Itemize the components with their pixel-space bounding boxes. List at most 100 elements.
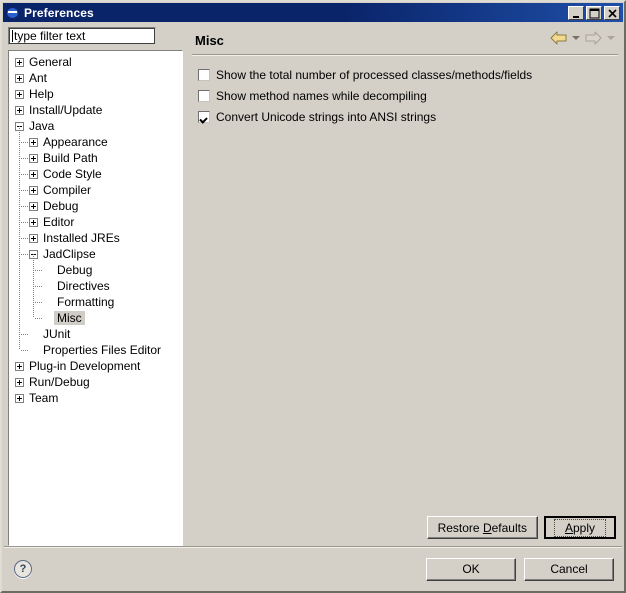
tree-item-jadclipse[interactable]: JadClipse — [9, 246, 182, 262]
tree-item-java[interactable]: Java — [9, 118, 182, 134]
tree-item-label: Team — [29, 391, 59, 405]
expand-icon[interactable] — [15, 73, 24, 83]
close-icon[interactable] — [604, 5, 620, 20]
tree-item-installed-jres[interactable]: Installed JREs — [9, 230, 182, 246]
tree-item-misc[interactable]: Misc — [9, 310, 182, 326]
dialog-footer: ? OK Cancel — [2, 547, 624, 591]
expand-icon[interactable] — [15, 57, 24, 67]
tree-item-label: Java — [29, 119, 55, 133]
tree-item-label: General — [29, 55, 72, 69]
tree-item-label: Ant — [29, 71, 48, 85]
ok-button[interactable]: OK — [426, 557, 516, 581]
checkbox-icon[interactable] — [198, 110, 210, 123]
tree-connector — [21, 206, 28, 207]
expand-icon[interactable] — [29, 233, 38, 243]
page-header: Misc — [192, 27, 618, 53]
tree-item-label: Appearance — [43, 135, 108, 149]
tree-item-formatting[interactable]: Formatting — [9, 294, 182, 310]
expand-icon[interactable] — [15, 89, 24, 99]
tree-item-team[interactable]: Team — [9, 390, 182, 406]
tree-item-build-path[interactable]: Build Path — [9, 150, 182, 166]
expand-icon[interactable] — [15, 377, 24, 387]
minimize-icon[interactable] — [568, 5, 584, 20]
back-dropdown-icon[interactable] — [570, 29, 581, 47]
tree-connector — [35, 302, 42, 303]
option-label: Show the total number of processed class… — [216, 67, 533, 82]
ok-label: OK — [462, 562, 480, 576]
search-input[interactable]: type filter text — [8, 27, 156, 45]
forward-dropdown-icon — [605, 29, 616, 47]
option-label: Show method names while decompiling — [216, 88, 427, 103]
tree-item-appearance[interactable]: Appearance — [9, 134, 182, 150]
page-filler — [192, 127, 618, 516]
tree-item-plug-in-development[interactable]: Plug-in Development — [9, 358, 182, 374]
maximize-icon[interactable] — [586, 5, 602, 20]
tree-item-label: Misc — [54, 311, 85, 325]
tree-item-run-debug[interactable]: Run/Debug — [9, 374, 182, 390]
tree-item-code-style[interactable]: Code Style — [9, 166, 182, 182]
tree-item-install-update[interactable]: Install/Update — [9, 102, 182, 118]
tree-item-help[interactable]: Help — [9, 86, 182, 102]
tree-connector — [21, 174, 28, 175]
tree-leaf-marker — [43, 314, 52, 323]
option-row[interactable]: Show method names while decompiling — [192, 85, 618, 106]
tree-item-label: Run/Debug — [29, 375, 90, 389]
expand-icon[interactable] — [29, 153, 38, 163]
tree-connector — [21, 238, 28, 239]
tree-connector — [21, 254, 28, 255]
help-icon[interactable]: ? — [14, 560, 32, 578]
tree-item-general[interactable]: General — [9, 54, 182, 70]
text-caret — [12, 30, 13, 42]
expand-icon[interactable] — [15, 393, 24, 403]
tree-item-label: Plug-in Development — [29, 359, 141, 373]
option-row[interactable]: Convert Unicode strings into ANSI string… — [192, 106, 618, 127]
tree-leaf-marker — [29, 330, 38, 339]
window-title: Preferences — [24, 5, 94, 20]
tree-item-ant[interactable]: Ant — [9, 70, 182, 86]
tree-leaf-marker — [29, 346, 38, 355]
option-row[interactable]: Show the total number of processed class… — [192, 64, 618, 85]
expand-icon[interactable] — [29, 185, 38, 195]
tree-item-junit[interactable]: JUnit — [9, 326, 182, 342]
expand-icon[interactable] — [15, 105, 24, 115]
tree-item-editor[interactable]: Editor — [9, 214, 182, 230]
expand-icon[interactable] — [29, 169, 38, 179]
tree-leaf-marker — [43, 282, 52, 291]
cancel-button[interactable]: Cancel — [524, 557, 614, 581]
tree-connector — [21, 222, 28, 223]
tree-item-compiler[interactable]: Compiler — [9, 182, 182, 198]
back-arrow-icon[interactable] — [547, 29, 569, 47]
expand-icon[interactable] — [15, 361, 24, 371]
tree-guide — [33, 254, 34, 318]
footer-button-row: OK Cancel — [426, 557, 614, 581]
expand-icon[interactable] — [29, 137, 38, 147]
tree-item-label: Build Path — [43, 151, 98, 165]
tree-item-label: JadClipse — [43, 247, 96, 261]
tree-item-debug[interactable]: Debug — [9, 198, 182, 214]
window-controls — [568, 5, 620, 20]
checkbox-icon[interactable] — [198, 89, 210, 102]
restore-defaults-button[interactable]: Restore Defaults — [426, 516, 538, 539]
preference-page: Misc Show the total number of processed … — [192, 27, 618, 546]
page-button-row: Restore Defaults Apply — [192, 516, 618, 546]
tree-connector — [35, 270, 42, 271]
tree-item-properties-files-editor[interactable]: Properties Files Editor — [9, 342, 182, 358]
expand-icon[interactable] — [29, 217, 38, 227]
title-bar: Preferences — [3, 3, 623, 22]
option-label: Convert Unicode strings into ANSI string… — [216, 109, 437, 124]
preferences-tree[interactable]: General Ant Help Install/Update Java Appearan… — [8, 50, 183, 546]
tree-item-label: JUnit — [43, 327, 71, 341]
tree-connector — [21, 334, 28, 335]
search-input-value: type filter text — [14, 29, 86, 43]
tree-item-label: Installed JREs — [43, 231, 120, 245]
tree-item-debug[interactable]: Debug — [9, 262, 182, 278]
tree-leaf-marker — [43, 298, 52, 307]
page-navigation — [547, 29, 616, 47]
checkbox-icon[interactable] — [198, 68, 210, 81]
tree-item-directives[interactable]: Directives — [9, 278, 182, 294]
expand-icon[interactable] — [29, 201, 38, 211]
tree-item-label: Properties Files Editor — [43, 343, 162, 357]
tree-guide — [19, 126, 20, 350]
tree-item-label: Debug — [43, 199, 79, 213]
apply-button[interactable]: Apply — [543, 516, 616, 539]
